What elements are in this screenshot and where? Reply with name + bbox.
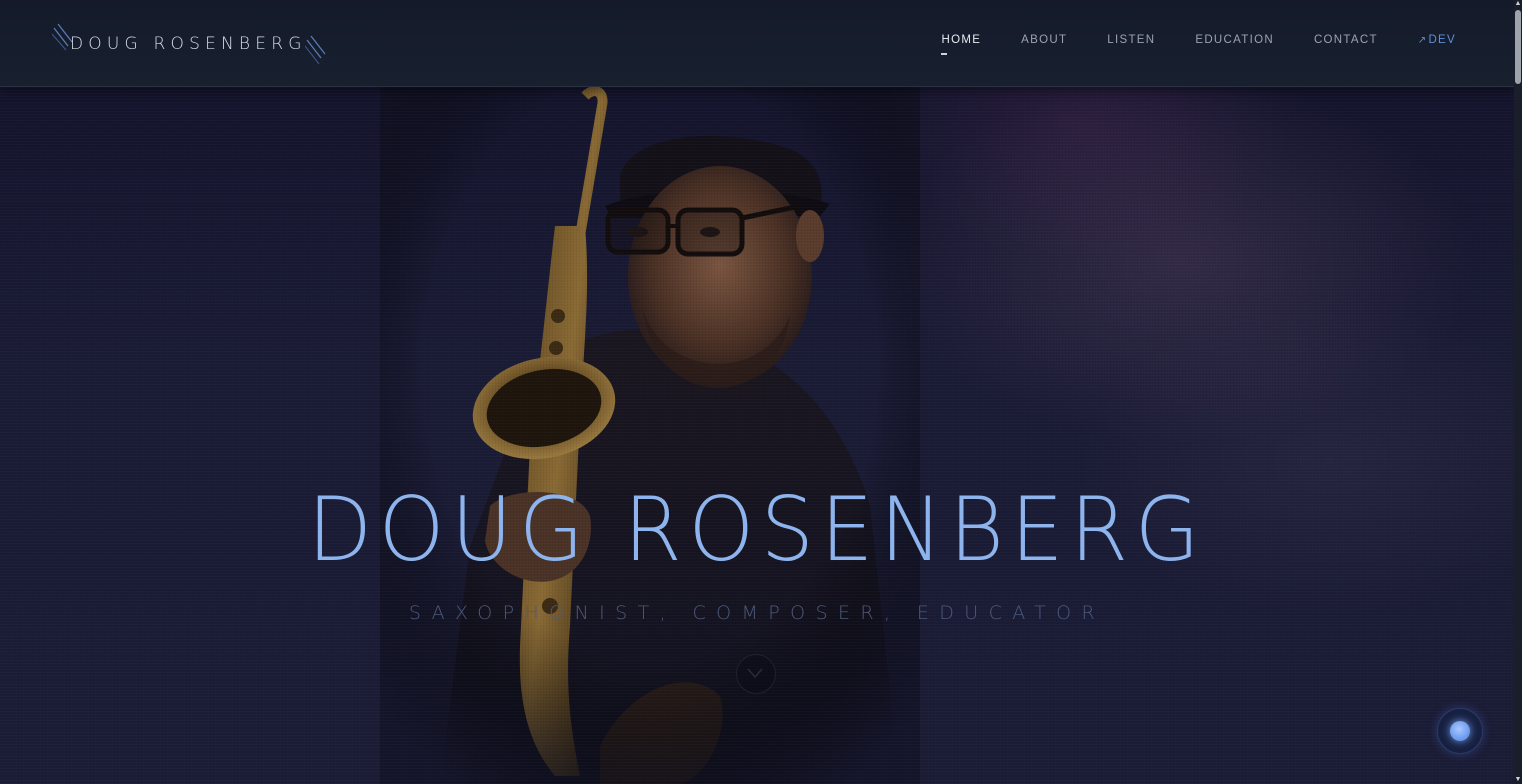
hero-title: DOUG ROSENBERG: [0, 480, 1514, 580]
chat-bubble-icon: [1450, 721, 1470, 741]
logo-text: DOUG ROSENBERG: [70, 34, 307, 54]
site-logo[interactable]: DOUG ROSENBERG: [52, 22, 327, 66]
main-nav: HOME ABOUT LISTEN EDUCATION CONTACT ↗DEV: [901, 34, 1456, 55]
scroll-down-button[interactable]: [736, 654, 776, 694]
hero-portrait-image: [380, 86, 920, 784]
nav-contact[interactable]: CONTACT: [1314, 34, 1378, 46]
scroll-down-arrow-icon[interactable]: ▼: [1514, 776, 1522, 784]
hero-title-text: DOUG ROSENBERG: [307, 478, 1207, 581]
external-arrow-icon: ↗: [1417, 35, 1428, 46]
logo-slash-right-icon: [304, 35, 326, 65]
nav-dev-label: DEV: [1428, 34, 1456, 46]
page: DOUG ROSENBERG HOME ABOUT LISTEN EDUCATI…: [0, 0, 1522, 784]
chevron-down-icon: [747, 668, 763, 679]
nav-dev[interactable]: ↗DEV: [1418, 34, 1456, 46]
nav-about[interactable]: ABOUT: [1021, 34, 1067, 46]
hero-subtitle: SAXOPHONIST, COMPOSER, EDUCATOR: [408, 602, 1106, 624]
nav-listen[interactable]: LISTEN: [1107, 34, 1155, 46]
scroll-up-arrow-icon[interactable]: ▲: [1514, 0, 1522, 8]
nav-home[interactable]: HOME: [941, 34, 981, 55]
site-header: DOUG ROSENBERG HOME ABOUT LISTEN EDUCATI…: [0, 0, 1514, 87]
chat-widget-button[interactable]: [1437, 708, 1483, 754]
scrollbar-thumb[interactable]: [1515, 10, 1521, 84]
nav-education[interactable]: EDUCATION: [1195, 34, 1274, 46]
page-scrollbar[interactable]: ▲ ▼: [1514, 0, 1522, 784]
